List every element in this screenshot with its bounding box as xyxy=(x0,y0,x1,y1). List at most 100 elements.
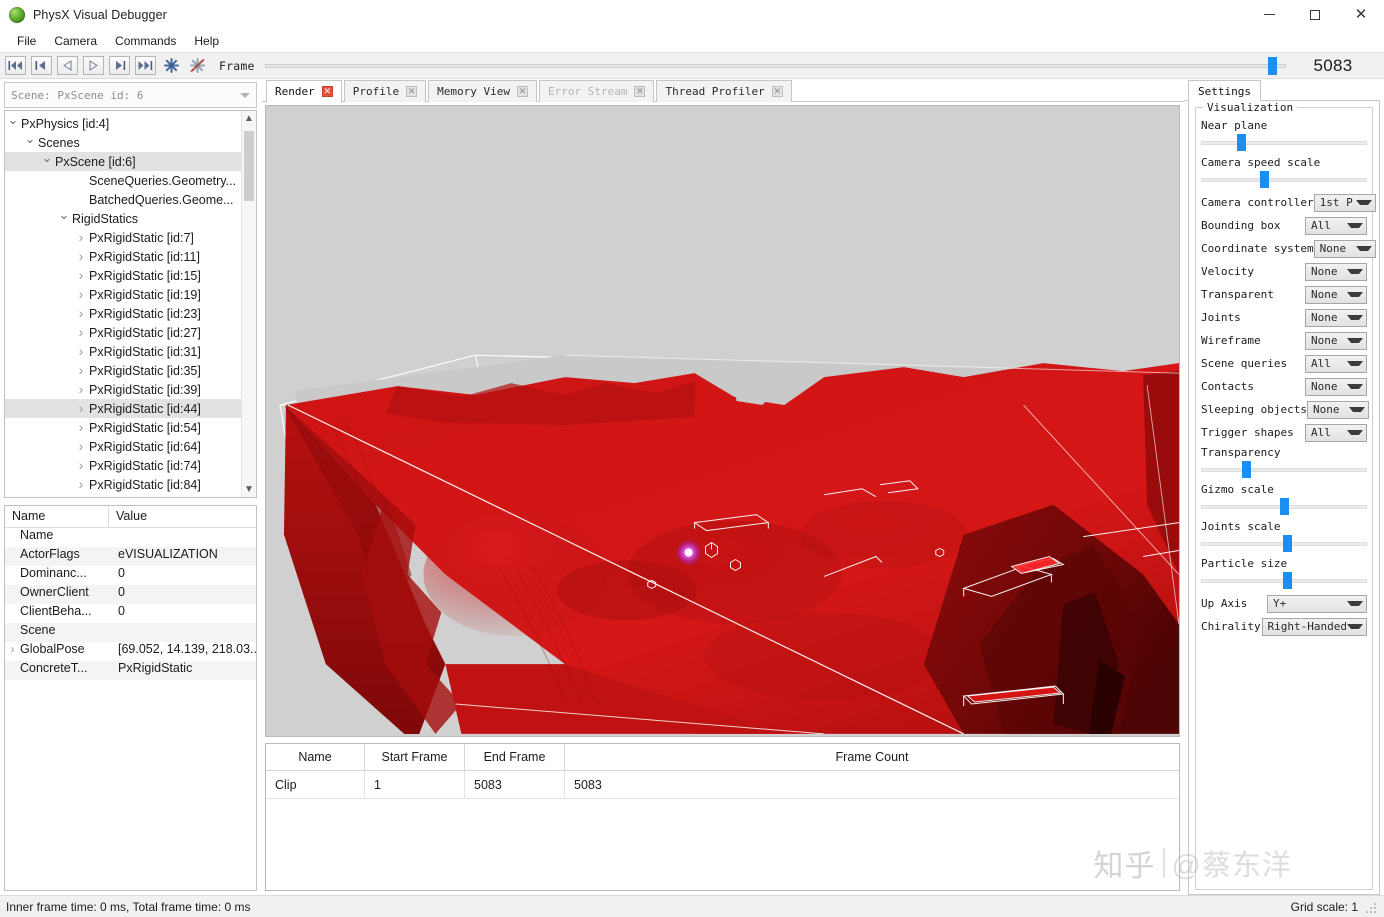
tab-thread-profiler[interactable]: Thread Profiler ✕ xyxy=(656,80,792,102)
property-row[interactable]: ClientBeha... 0 xyxy=(5,604,256,623)
menu-file[interactable]: File xyxy=(8,32,45,50)
render-viewport[interactable] xyxy=(266,106,1179,734)
tree-item[interactable]: PxRigidStatic [id:39] xyxy=(5,380,241,399)
chevron-right-icon[interactable] xyxy=(73,306,89,321)
tree-item[interactable]: PxRigidStatic [id:7] xyxy=(5,228,241,247)
chevron-right-icon[interactable] xyxy=(73,230,89,245)
chevron-right-icon[interactable] xyxy=(73,439,89,454)
chevron-right-icon[interactable] xyxy=(73,401,89,416)
slider-thumb[interactable] xyxy=(1283,572,1293,589)
dropdown-contacts[interactable]: None xyxy=(1305,377,1367,396)
go-to-end-button[interactable] xyxy=(135,56,156,75)
dropdown-trigger-shapes[interactable]: All xyxy=(1305,423,1367,442)
chevron-right-icon[interactable] xyxy=(73,287,89,302)
tree-item[interactable]: PxRigidStatic [id:15] xyxy=(5,266,241,285)
tab-memory-view[interactable]: Memory View ✕ xyxy=(428,80,537,102)
property-row[interactable]: ConcreteT... PxRigidStatic xyxy=(5,661,256,680)
tree-scrollbar-thumb[interactable] xyxy=(244,131,254,201)
chevron-right-icon[interactable]: › xyxy=(5,642,20,661)
disconnect-button[interactable] xyxy=(187,56,208,75)
tab-render[interactable]: Render ✕ xyxy=(266,80,342,102)
tab-close-icon[interactable]: ✕ xyxy=(634,86,646,97)
menu-help[interactable]: Help xyxy=(185,32,228,50)
slider-track[interactable] xyxy=(1201,141,1367,145)
tab-profile[interactable]: Profile ✕ xyxy=(343,80,427,102)
minimize-button[interactable] xyxy=(1246,0,1292,30)
connect-button[interactable] xyxy=(161,56,182,75)
tree-item[interactable]: PxRigidStatic [id:35] xyxy=(5,361,241,380)
chevron-down-icon[interactable] xyxy=(39,155,55,169)
chevron-down-icon[interactable] xyxy=(56,212,72,226)
tree-item[interactable]: PxRigidStatic [id:23] xyxy=(5,304,241,323)
dropdown-coordinate-system[interactable]: None xyxy=(1313,239,1376,258)
chevron-right-icon[interactable] xyxy=(73,420,89,435)
scroll-down-icon[interactable]: ▼ xyxy=(242,482,256,497)
frame-slider-thumb[interactable] xyxy=(1268,57,1277,75)
tree-item[interactable]: PxRigidStatic [id:74] xyxy=(5,456,241,475)
maximize-button[interactable] xyxy=(1292,0,1338,30)
tree-item[interactable]: PxRigidStatic [id:19] xyxy=(5,285,241,304)
slider-thumb[interactable] xyxy=(1241,461,1251,478)
tab-close-icon[interactable]: ✕ xyxy=(321,86,333,97)
close-button[interactable]: ✕ xyxy=(1338,0,1384,30)
tree-item[interactable]: PxRigidStatic [id:54] xyxy=(5,418,241,437)
slider-thumb[interactable] xyxy=(1283,535,1293,552)
tree-item[interactable]: PxRigidStatic [id:27] xyxy=(5,323,241,342)
dropdown-up-axis[interactable]: Y+ xyxy=(1267,594,1367,613)
dropdown-transparent[interactable]: None xyxy=(1305,285,1367,304)
slider-thumb[interactable] xyxy=(1260,171,1270,188)
property-row[interactable]: OwnerClient 0 xyxy=(5,585,256,604)
chevron-right-icon[interactable] xyxy=(73,344,89,359)
scroll-up-icon[interactable]: ▲ xyxy=(242,111,256,126)
tree-scrollbar[interactable]: ▲ ▼ xyxy=(241,111,256,497)
tree-item[interactable]: PxRigidStatic [id:11] xyxy=(5,247,241,266)
tab-close-icon[interactable]: ✕ xyxy=(516,86,528,97)
play-button[interactable] xyxy=(83,56,104,75)
slider-gizmo-scale[interactable] xyxy=(1201,498,1367,515)
tree-item[interactable]: PxRigidStatic [id:84] xyxy=(5,475,241,494)
tree-item[interactable]: PxRigidStatic [id:31] xyxy=(5,342,241,361)
tree-item[interactable]: BatchedQueries.Geome... xyxy=(5,190,241,209)
menu-commands[interactable]: Commands xyxy=(106,32,185,50)
render-viewport-container[interactable] xyxy=(265,105,1180,737)
slider-track[interactable] xyxy=(1201,178,1367,182)
tree-item[interactable]: PxScene [id:6] xyxy=(5,152,241,171)
chevron-right-icon[interactable] xyxy=(73,249,89,264)
table-row[interactable]: Clip 1 5083 5083 xyxy=(266,771,1179,799)
chevron-down-icon[interactable] xyxy=(5,117,21,131)
dropdown-camera-controller[interactable]: 1st P xyxy=(1313,193,1376,212)
dropdown-wireframe[interactable]: None xyxy=(1305,331,1367,350)
dropdown-bounding-box[interactable]: All xyxy=(1305,216,1367,235)
slider-thumb[interactable] xyxy=(1280,498,1289,515)
tree-item[interactable]: Scenes xyxy=(5,133,241,152)
dropdown-scene-queries[interactable]: All xyxy=(1305,354,1367,373)
property-row[interactable]: Name xyxy=(5,528,256,547)
tree-item[interactable]: PxRigidStatic [id:64] xyxy=(5,437,241,456)
tree-item[interactable]: PxRigidStatic [id:44] xyxy=(5,399,241,418)
object-tree[interactable]: PxPhysics [id:4] Scenes PxScene [id:6] Scen… xyxy=(5,111,241,497)
step-back-button[interactable] xyxy=(31,56,52,75)
play-reverse-button[interactable] xyxy=(57,56,78,75)
slider-joints-scale[interactable] xyxy=(1201,535,1367,552)
resize-grip-icon[interactable] xyxy=(1366,900,1378,913)
tab-settings[interactable]: Settings xyxy=(1188,80,1261,101)
property-row[interactable]: ActorFlags eVISUALIZATION xyxy=(5,547,256,566)
tree-item[interactable]: PxPhysics [id:4] xyxy=(5,114,241,133)
slider-track[interactable] xyxy=(1201,468,1367,472)
menu-camera[interactable]: Camera xyxy=(45,32,106,50)
slider-transparency[interactable] xyxy=(1201,461,1367,478)
slider-near-plane[interactable] xyxy=(1201,134,1367,151)
chevron-right-icon[interactable] xyxy=(73,363,89,378)
frame-slider-track[interactable] xyxy=(264,64,1286,68)
dropdown-joints[interactable]: None xyxy=(1305,308,1367,327)
chevron-right-icon[interactable] xyxy=(73,325,89,340)
chevron-down-icon[interactable] xyxy=(22,136,38,150)
slider-camera-speed-scale[interactable] xyxy=(1201,171,1367,188)
dropdown-chirality[interactable]: Right-Handed xyxy=(1261,617,1367,636)
tree-item[interactable]: RigidStatics xyxy=(5,209,241,228)
tree-item[interactable]: SceneQueries.Geometry... xyxy=(5,171,241,190)
tab-close-icon[interactable]: ✕ xyxy=(771,86,783,97)
scene-selector-dropdown[interactable]: Scene: PxScene id: 6 xyxy=(4,82,257,108)
slider-thumb[interactable] xyxy=(1236,134,1246,151)
chevron-right-icon[interactable] xyxy=(73,458,89,473)
